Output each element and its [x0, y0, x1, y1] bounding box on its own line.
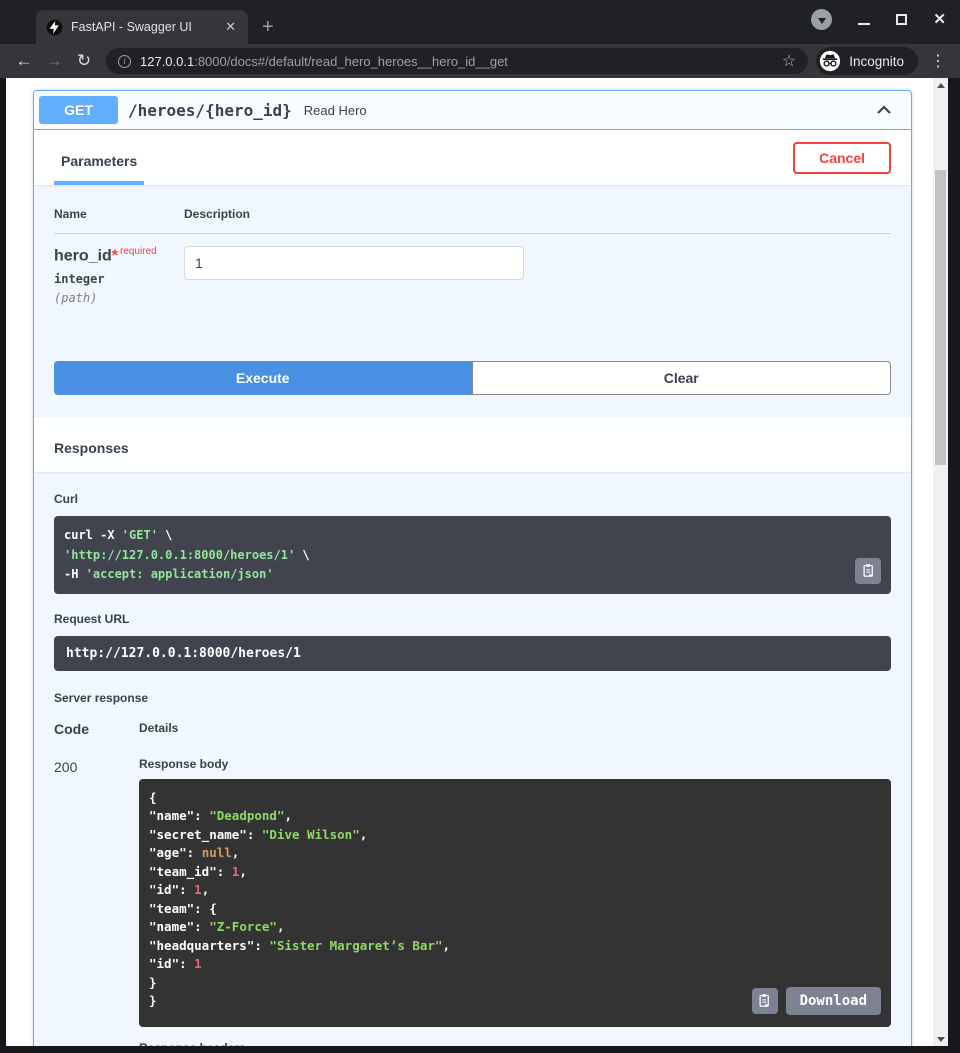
back-icon[interactable]: ← [10, 47, 38, 75]
window-frame-bottom [0, 1046, 960, 1053]
collapse-chevron-icon[interactable] [874, 100, 894, 120]
parameter-type: integer [54, 272, 184, 286]
execute-button[interactable]: Execute [54, 361, 472, 395]
parameter-location: (path) [54, 291, 184, 305]
fastapi-favicon-icon [46, 19, 63, 36]
operation-description: Read Hero [304, 103, 367, 118]
column-details: Details [139, 721, 178, 737]
url-text: 127.0.0.1:8000/docs#/default/read_hero_h… [140, 54, 774, 69]
menu-dots-icon[interactable]: ⋮ [920, 51, 950, 71]
copy-response-button[interactable] [752, 988, 778, 1014]
parameters-table: Name Description hero_id*required intege… [34, 185, 911, 305]
download-button[interactable]: Download [786, 987, 881, 1015]
tab-title: FastAPI - Swagger UI [71, 20, 213, 34]
browser-update-icon[interactable] [811, 9, 832, 30]
scrollbar-thumb[interactable] [935, 170, 946, 465]
page-area: GET /heroes/{hero_id} Read Hero Paramete… [0, 78, 960, 1046]
operation-path: /heroes/{hero_id} [128, 101, 292, 120]
close-window-button[interactable]: ✕ [933, 12, 946, 27]
parameter-name-cell: hero_id*required integer (path) [54, 246, 184, 305]
tab-strip: FastAPI - Swagger UI ✕ + ✕ [0, 0, 960, 44]
curl-command-text: curl -X 'GET' \ 'http://127.0.0.1:8000/h… [64, 526, 881, 584]
status-code: 200 [54, 757, 139, 1046]
curl-command-block: curl -X 'GET' \ 'http://127.0.0.1:8000/h… [54, 516, 891, 594]
incognito-label: Incognito [849, 54, 904, 69]
parameters-table-head: Name Description [54, 207, 891, 234]
parameters-header: Parameters Cancel [34, 130, 911, 185]
browser-window: FastAPI - Swagger UI ✕ + ✕ ← → ↻ i 127.0… [0, 0, 960, 1053]
reload-icon[interactable]: ↻ [70, 47, 98, 75]
tab-parameters: Parameters [54, 137, 144, 185]
url-path: :8000/docs#/default/read_hero_heroes__he… [194, 54, 508, 69]
responses-section: Curl curl -X 'GET' \ 'http://127.0.0.1:8… [34, 472, 911, 1046]
window-frame-right [948, 78, 960, 1046]
cancel-button[interactable]: Cancel [793, 142, 891, 174]
request-url-label: Request URL [54, 612, 891, 626]
hero-id-input[interactable] [184, 246, 524, 280]
method-badge: GET [39, 96, 118, 124]
incognito-badge: Incognito [816, 47, 918, 75]
window-controls: ✕ [811, 9, 946, 30]
incognito-icon [819, 50, 841, 72]
browser-toolbar: ← → ↻ i 127.0.0.1:8000/docs#/default/rea… [0, 44, 960, 78]
response-body-block: { "name": "Deadpond", "secret_name": "Di… [139, 779, 891, 1027]
new-tab-button[interactable]: + [262, 17, 274, 37]
execute-wrapper: Execute Clear [34, 305, 911, 417]
browser-tab[interactable]: FastAPI - Swagger UI ✕ [36, 10, 248, 44]
server-response-head: Code Details [54, 721, 891, 737]
column-description: Description [184, 207, 250, 221]
column-code: Code [54, 721, 139, 737]
minimize-button[interactable] [858, 23, 870, 25]
url-host: 127.0.0.1 [140, 54, 194, 69]
parameter-value-cell [184, 246, 891, 305]
scrollbar-down-icon[interactable] [933, 1032, 948, 1046]
copy-curl-button[interactable] [855, 558, 881, 584]
tab-close-icon[interactable]: ✕ [221, 19, 240, 35]
scrollbar-up-icon[interactable] [933, 78, 948, 92]
response-details: Response body { "name": "Deadpond", "sec… [139, 757, 891, 1046]
required-star: * [112, 247, 118, 264]
server-response-row: 200 Response body { "name": "Deadpond", … [54, 757, 891, 1046]
response-body-json: { "name": "Deadpond", "secret_name": "Di… [149, 789, 881, 1011]
address-bar[interactable]: i 127.0.0.1:8000/docs#/default/read_hero… [106, 48, 808, 74]
curl-label: Curl [54, 492, 891, 506]
operation-summary[interactable]: GET /heroes/{hero_id} Read Hero [34, 91, 911, 130]
server-response-label: Server response [54, 691, 891, 705]
responses-header: Responses [34, 417, 911, 472]
parameter-name: hero_id*required [54, 246, 184, 265]
maximize-button[interactable] [896, 14, 907, 25]
response-body-actions: Download [752, 987, 881, 1015]
column-name: Name [54, 207, 184, 221]
required-label: required [120, 246, 157, 257]
clear-button[interactable]: Clear [472, 361, 892, 395]
page-info-icon[interactable]: i [118, 55, 131, 68]
response-body-label: Response body [139, 757, 891, 771]
bookmark-star-icon[interactable]: ☆ [782, 51, 796, 71]
scrollbar[interactable] [933, 78, 948, 1046]
opblock-get-heroes: GET /heroes/{hero_id} Read Hero Paramete… [33, 90, 912, 1046]
parameter-row: hero_id*required integer (path) [54, 234, 891, 305]
responses-title: Responses [54, 422, 129, 472]
forward-icon[interactable]: → [40, 47, 68, 75]
request-url-block: http://127.0.0.1:8000/heroes/1 [54, 636, 891, 671]
swagger-page: GET /heroes/{hero_id} Read Hero Paramete… [6, 78, 933, 1046]
